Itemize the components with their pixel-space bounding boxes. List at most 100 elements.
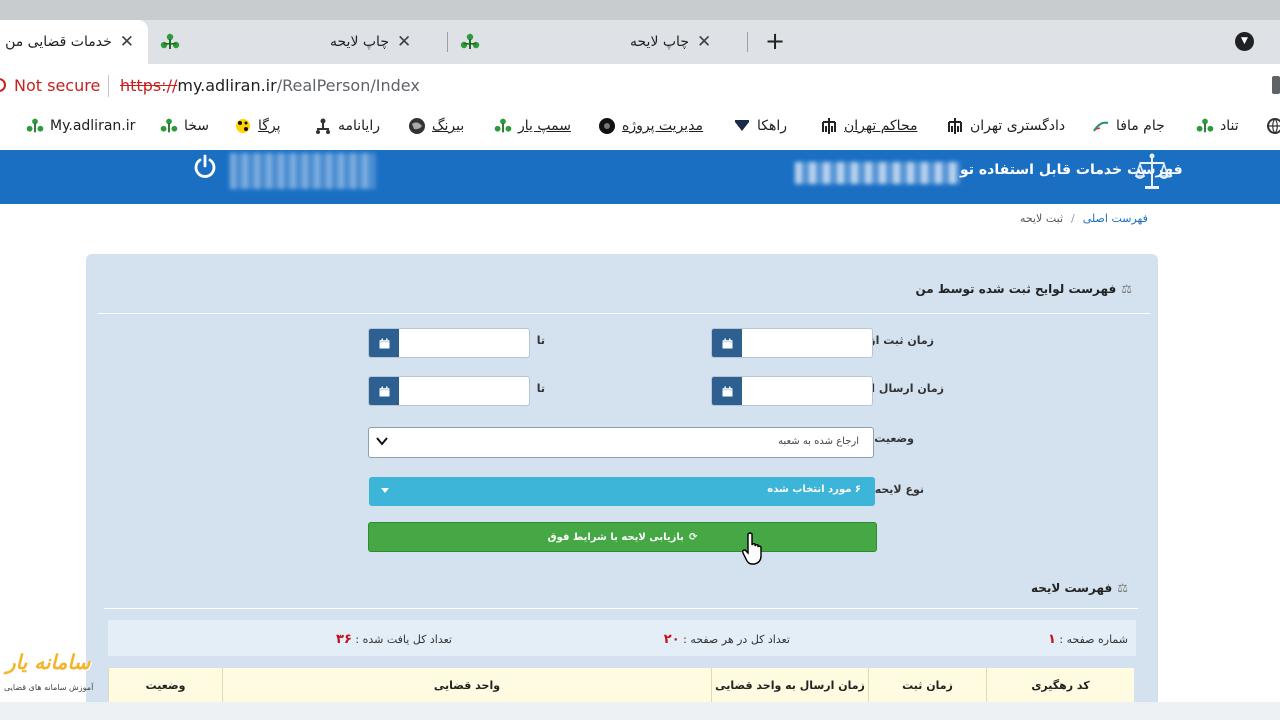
- calendar-button[interactable]: [712, 377, 742, 405]
- breadcrumb-home[interactable]: فهرست اصلی: [1083, 212, 1148, 225]
- send-to-input[interactable]: [368, 376, 530, 406]
- bookmark-label: راهکا: [757, 118, 788, 134]
- bookmark-parga[interactable]: پرگا: [234, 112, 281, 140]
- bookmark-label: رایانامه: [338, 118, 380, 134]
- column-status[interactable]: وضعیت: [108, 668, 222, 702]
- register-to-label: تا: [536, 334, 545, 347]
- new-tab-button[interactable]: +: [765, 28, 785, 54]
- blurred-user-name: [795, 162, 960, 184]
- refresh-icon: ⟳: [688, 531, 698, 543]
- tree-icon: [26, 118, 44, 133]
- bookmark-label: محاکم تهران: [844, 118, 918, 134]
- bookmark-my-adliran[interactable]: My.adliran.ir: [26, 112, 135, 140]
- tab-title: چاپ لایحه: [330, 34, 389, 50]
- tab-title: خدمات قضایی من: [5, 34, 112, 50]
- total-info: تعداد کل یافت شده : ۳۶: [336, 632, 452, 647]
- register-to-input[interactable]: [368, 328, 530, 358]
- bottom-strip: [0, 702, 1280, 720]
- calendar-button[interactable]: [369, 377, 399, 405]
- calendar-icon: [722, 386, 732, 396]
- tab-title: چاپ لایحه: [630, 34, 689, 50]
- globe-icon: [1267, 118, 1280, 134]
- breadcrumb: فهرست اصلی/ثبت لایحه: [1020, 212, 1148, 225]
- page-number-label: شماره صفحه :: [1059, 633, 1128, 646]
- total-label: تعداد کل یافت شده :: [355, 633, 452, 646]
- bookmark-label: دادگستری تهران: [970, 118, 1066, 134]
- status-select[interactable]: ارجاع شده به شعبه: [368, 427, 874, 458]
- tab-separator: [747, 32, 748, 52]
- shield-icon: [735, 120, 749, 131]
- blurred-username: [230, 153, 375, 189]
- tab-separator: [447, 32, 448, 52]
- bookmark-tanad[interactable]: [1266, 112, 1280, 140]
- building-icon: [948, 118, 962, 134]
- column-tracking-code[interactable]: کد رهگیری: [986, 668, 1134, 702]
- tab-close-icon[interactable]: ✕: [697, 32, 711, 52]
- bookmark-dadgostari[interactable]: دادگستری تهران: [946, 112, 1065, 140]
- calendar-button[interactable]: [712, 329, 742, 357]
- url-text[interactable]: https://my.adliran.ir/RealPerson/Index: [120, 76, 420, 95]
- bookmark-label: My.adliran.ir: [50, 118, 136, 134]
- calendar-icon: [379, 338, 389, 348]
- bookmark-tanad-label[interactable]: تناد: [1196, 112, 1239, 140]
- org-icon: [316, 118, 330, 134]
- list-title-text: فهرست لایحه: [1030, 581, 1113, 595]
- tab-active[interactable]: خدمات قضایی من ✕: [0, 20, 148, 64]
- panel-title: ⚖ فهرست لوایح ثبت شده توسط من: [915, 282, 1132, 296]
- bookmark-project[interactable]: مدیریت پروژه: [598, 112, 703, 140]
- tab-close-icon[interactable]: ✕: [397, 32, 411, 52]
- bookmark-label: سمپ یار: [518, 118, 571, 134]
- calendar-button[interactable]: [369, 329, 399, 357]
- window-top-strip: [0, 0, 1280, 20]
- bookmark-birang[interactable]: بیرنگ: [408, 112, 464, 140]
- bookmark-label: بیرنگ: [432, 118, 465, 134]
- tab-search-icon[interactable]: ▼: [1235, 32, 1254, 51]
- chevron-down-icon: [376, 437, 388, 446]
- bookmark-sakha[interactable]: سخا: [160, 112, 209, 140]
- power-icon[interactable]: [192, 154, 218, 180]
- total-value: ۳۶: [336, 632, 352, 647]
- flower-icon: [236, 119, 250, 133]
- justice-scale-icon: [1134, 153, 1170, 189]
- header-divider: [0, 204, 1280, 207]
- search-button-label: بازیابی لایحه با شرایط فوق: [547, 531, 684, 543]
- send-from-input[interactable]: [711, 376, 873, 406]
- watermark-subtitle: آموزش سامانه های قضایی: [4, 683, 94, 692]
- bookmark-jam-mafa[interactable]: جام مافا: [1092, 112, 1165, 140]
- bookmark-label: جام مافا: [1116, 118, 1165, 134]
- panel-title-text: فهرست لوایح ثبت شده توسط من: [915, 282, 1117, 296]
- status-selected-value: ارجاع شده به شعبه: [778, 436, 859, 447]
- hand-cursor-icon: [742, 532, 762, 565]
- security-label[interactable]: Not secure: [0, 76, 100, 95]
- tab-print-1[interactable]: چاپ لایحه ✕: [330, 20, 440, 64]
- tab-print-2[interactable]: چاپ لایحه ✕: [630, 20, 742, 64]
- column-judicial-unit[interactable]: واحد قضایی: [222, 668, 711, 702]
- per-page-value: ۲۰: [663, 632, 680, 647]
- bookmark-rahka[interactable]: راهکا: [733, 112, 787, 140]
- tab-close-icon[interactable]: ✕: [120, 32, 134, 52]
- scale-small-icon: ⚖: [1121, 282, 1132, 296]
- column-register-time[interactable]: زمان ثبت: [868, 668, 986, 702]
- bookmark-label: تناد: [1220, 118, 1239, 134]
- pagination-info-bar: [108, 620, 1136, 656]
- list-title: ⚖ فهرست لایحه: [1031, 581, 1128, 595]
- url-path: /RealPerson/Index: [276, 76, 420, 95]
- bookmark-rayaname[interactable]: رایانامه: [314, 112, 380, 140]
- profile-icon[interactable]: [1272, 76, 1280, 94]
- column-send-time[interactable]: زمان ارسال به واحد قضایی: [711, 668, 868, 702]
- register-from-input[interactable]: [711, 328, 873, 358]
- tree-icon: [160, 118, 178, 133]
- tree-icon: [460, 33, 480, 49]
- search-button[interactable]: ⟳ بازیابی لایحه با شرایط فوق: [368, 522, 877, 552]
- url-host: my.adliran.ir: [177, 76, 277, 95]
- status-label: وضعیت: [874, 432, 914, 445]
- bookmark-label: پرگا: [258, 118, 281, 134]
- type-label: نوع لایحه: [874, 483, 924, 496]
- url-scheme: https://: [120, 76, 178, 95]
- bookmark-sampyar[interactable]: سمپ یار: [494, 112, 571, 140]
- type-selected-value: ۶ مورد انتخاب شده: [767, 484, 861, 495]
- bookmark-mahakem[interactable]: محاکم تهران: [820, 112, 917, 140]
- type-multiselect[interactable]: ۶ مورد انتخاب شده: [369, 477, 875, 506]
- breadcrumb-current: ثبت لایحه: [1020, 212, 1064, 225]
- calendar-icon: [379, 386, 389, 396]
